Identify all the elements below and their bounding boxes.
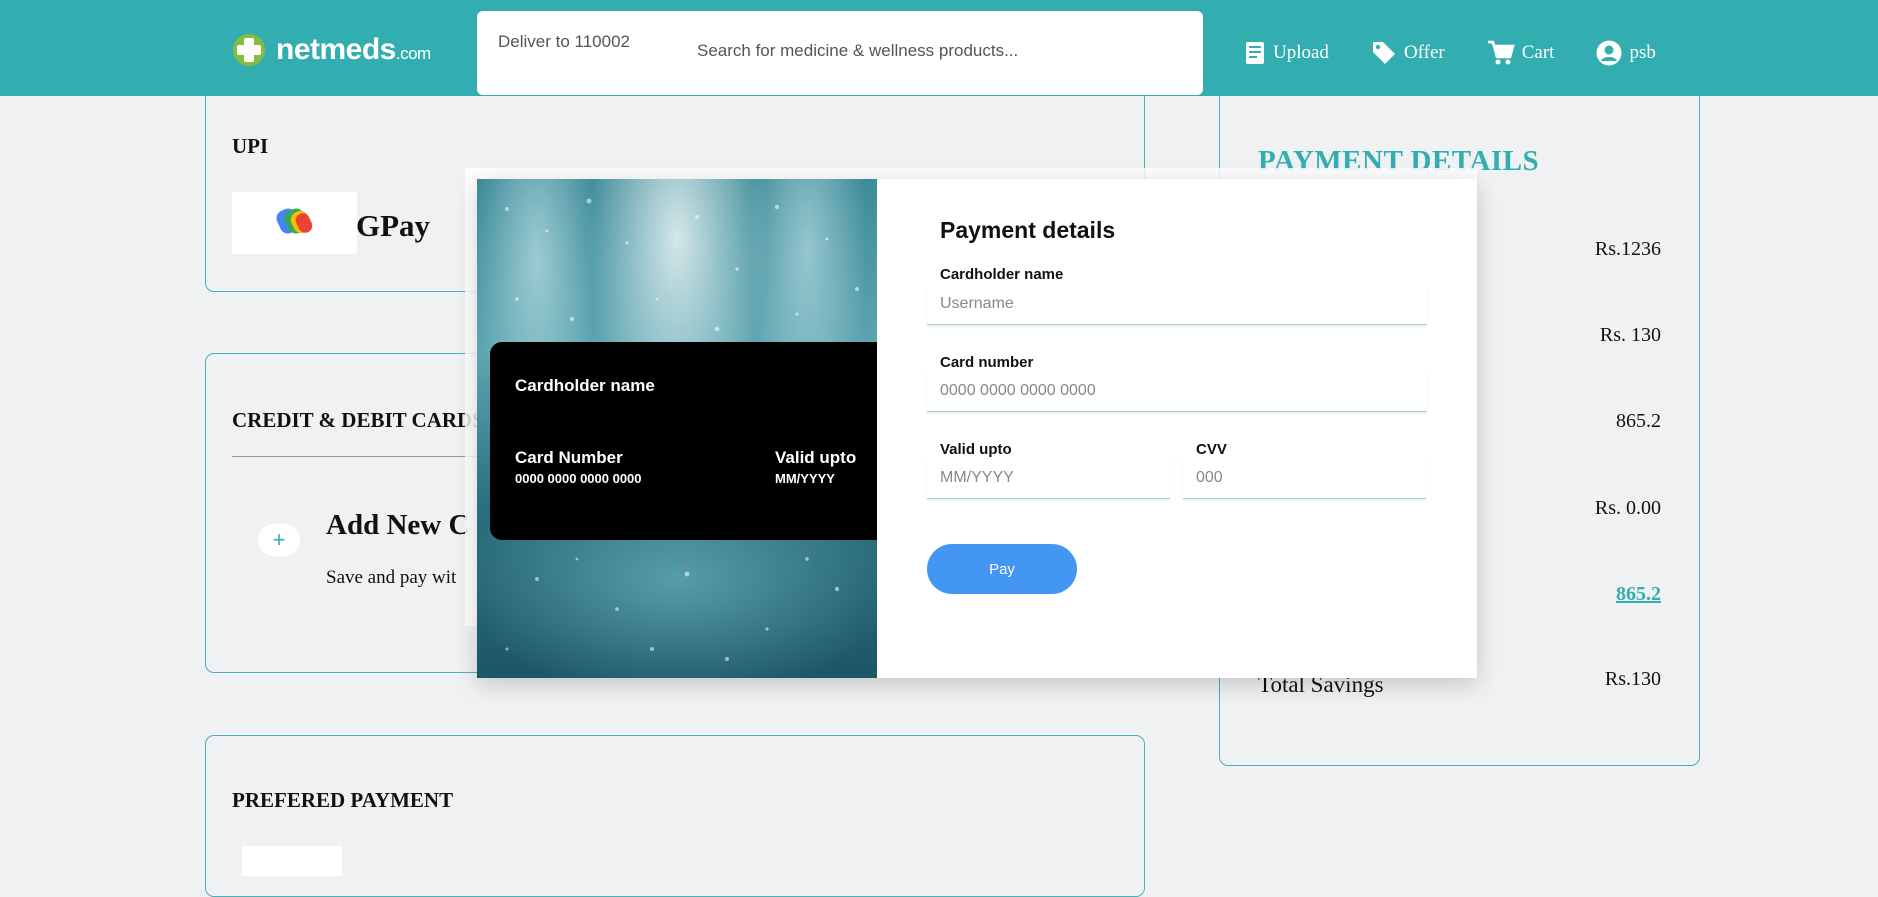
upload-icon <box>1246 42 1264 64</box>
valid-upto-input[interactable] <box>927 458 1170 499</box>
pay-button[interactable]: Pay <box>927 544 1077 594</box>
payment-modal: Cardholder name Card Number 0000 0000 00… <box>477 179 1477 678</box>
summary-value-subtotal: 865.2 <box>1616 410 1661 432</box>
netmeds-logo[interactable]: netmeds.com <box>230 33 431 67</box>
cart-icon <box>1487 40 1515 65</box>
card-preview-valid-label: Valid upto <box>775 448 857 467</box>
preferred-payment-section: PREFERED PAYMENT <box>205 735 1145 897</box>
summary-value-discount: Rs. 130 <box>1599 324 1661 346</box>
card-number-label: Card number <box>940 354 1034 371</box>
summary-value-total[interactable]: 865.2 <box>1616 583 1661 606</box>
cvv-label: CVV <box>1196 441 1227 458</box>
search-input[interactable] <box>697 36 1177 66</box>
card-preview-number-label: Card Number <box>515 448 623 467</box>
add-card-plus-button[interactable]: + <box>258 524 300 556</box>
credit-card-preview: Cardholder name Card Number 0000 0000 00… <box>490 342 877 540</box>
user-icon <box>1596 40 1622 66</box>
preferred-payment-logo[interactable] <box>242 846 342 876</box>
card-preview-number: 0000 0000 0000 0000 <box>515 471 642 486</box>
top-navigation-bar: netmeds.com Deliver to 110002 Upload Off… <box>0 0 1878 96</box>
add-new-card-heading[interactable]: Add New C <box>326 509 469 542</box>
nav-offer-label: Offer <box>1403 42 1445 63</box>
preferred-payment-title: PREFERED PAYMENT <box>232 788 454 812</box>
logo-wordmark: netmeds.com <box>276 33 431 66</box>
rain-glass-image: Cardholder name Card Number 0000 0000 00… <box>477 179 877 678</box>
cardholder-name-input[interactable] <box>927 284 1427 325</box>
credit-debit-title: CREDIT & DEBIT CARDS <box>232 408 484 432</box>
card-preview-valid: MM/YYYY <box>775 471 835 486</box>
gpay-label[interactable]: GPay <box>356 208 430 244</box>
card-number-input[interactable] <box>927 371 1427 412</box>
summary-value-shipping: Rs. 0.00 <box>1594 497 1661 519</box>
search-bar: Deliver to 110002 <box>477 11 1203 95</box>
payment-form: Payment details Cardholder name Card num… <box>877 179 1477 678</box>
summary-value-savings: Rs.130 <box>1604 668 1661 690</box>
nav-upload[interactable]: Upload <box>1244 41 1329 65</box>
valid-upto-label: Valid upto <box>940 441 1012 458</box>
gpay-icon <box>275 208 312 234</box>
nav-cart-label: Cart <box>1521 42 1555 63</box>
nav-account-label: psb <box>1629 42 1656 63</box>
cvv-input[interactable] <box>1183 458 1426 499</box>
nav-upload-label: Upload <box>1273 42 1329 63</box>
nav-offer[interactable]: Offer <box>1371 40 1445 66</box>
payment-form-title: Payment details <box>940 217 1116 243</box>
cardholder-name-label: Cardholder name <box>940 266 1064 283</box>
deliver-location[interactable]: Deliver to 110002 <box>498 32 630 52</box>
summary-value-mrp: Rs.1236 <box>1594 238 1661 260</box>
tag-icon <box>1372 42 1395 64</box>
card-preview-holder-label: Cardholder name <box>515 376 655 395</box>
gpay-logo[interactable] <box>232 192 357 254</box>
nav-cart[interactable]: Cart <box>1487 40 1555 66</box>
nav-account[interactable]: psb <box>1596 40 1656 66</box>
upi-title: UPI <box>232 134 269 158</box>
add-card-description: Save and pay wit <box>326 567 457 588</box>
netmeds-cross-icon <box>233 34 265 66</box>
header-nav: Upload Offer Cart psb <box>1244 36 1656 70</box>
